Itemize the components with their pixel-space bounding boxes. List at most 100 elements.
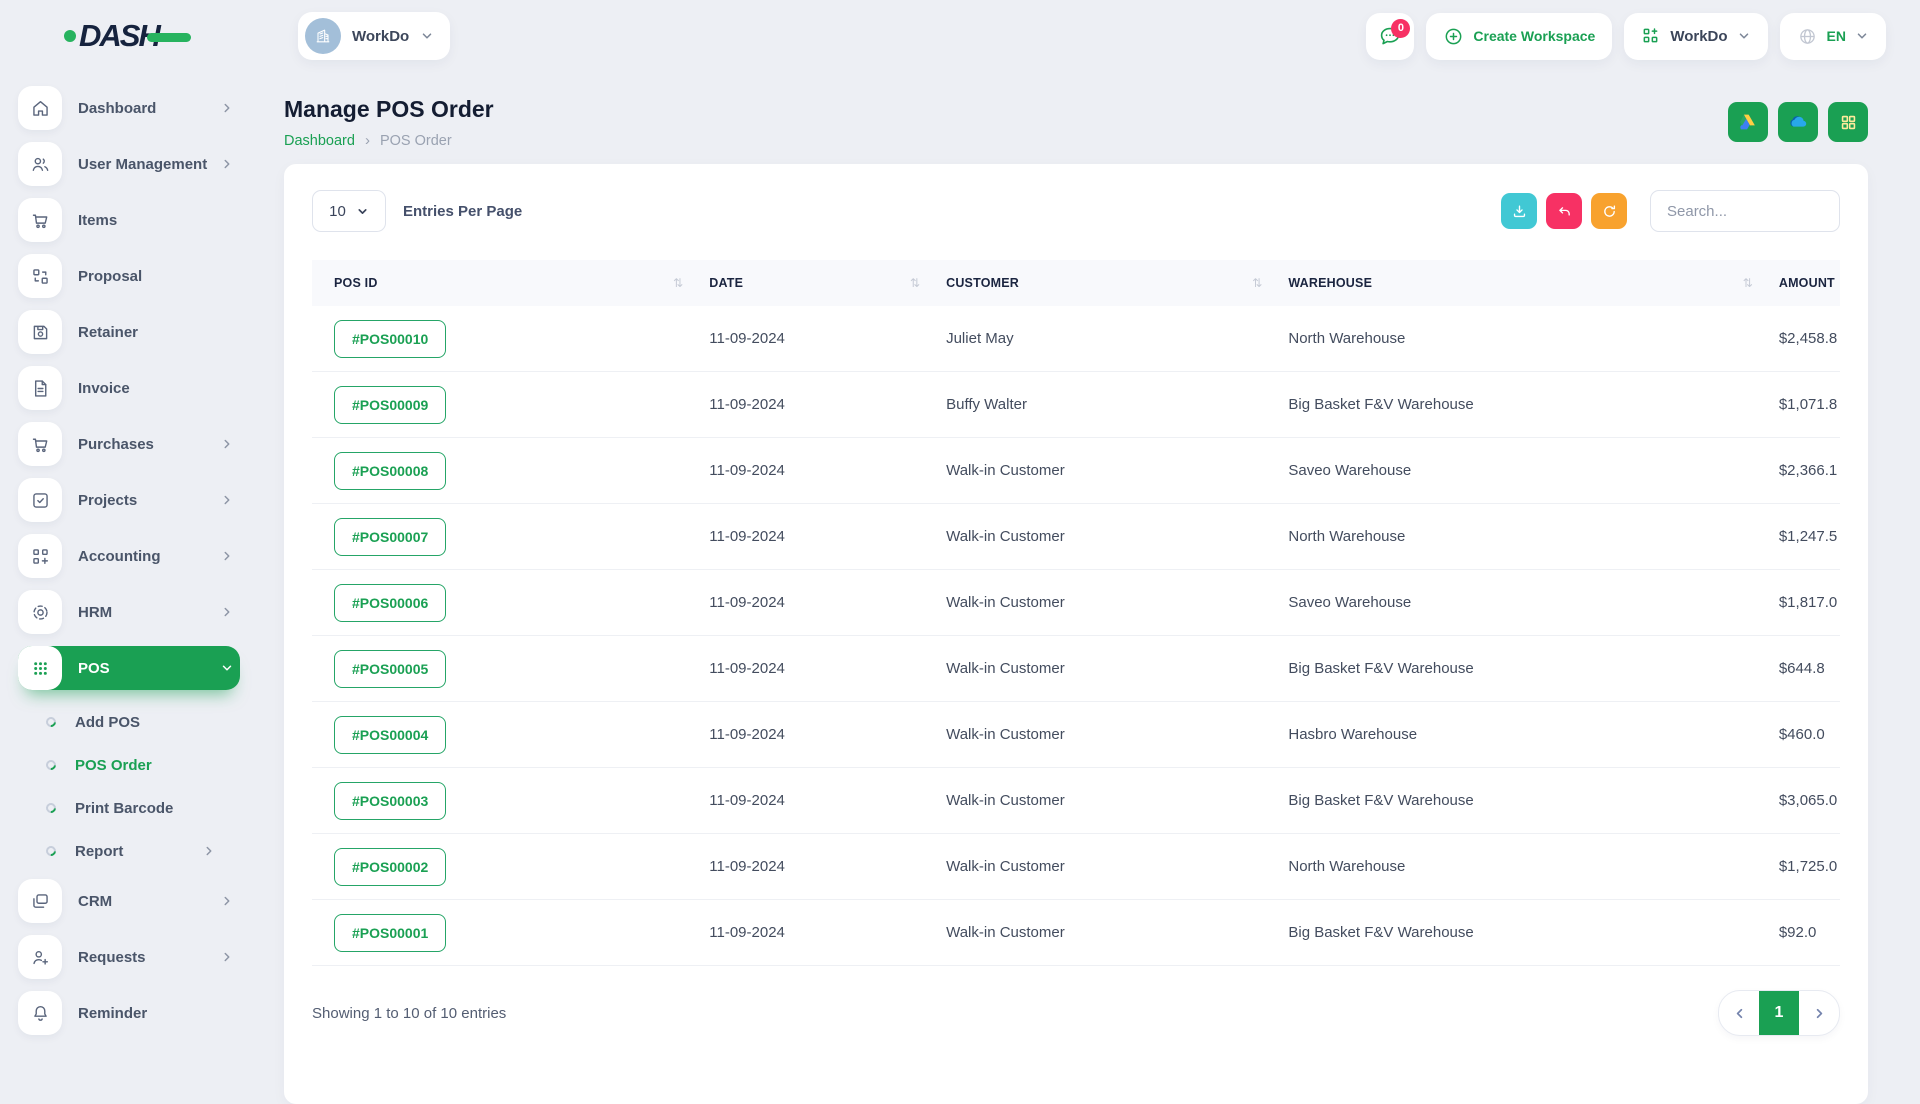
sidebar-item-requests[interactable]: Requests bbox=[18, 935, 240, 979]
warehouse-cell: Big Basket F&V Warehouse bbox=[1288, 924, 1778, 941]
pos-id-badge[interactable]: #POS00008 bbox=[334, 452, 446, 490]
document-icon bbox=[18, 366, 62, 410]
brand-logo[interactable]: DASH bbox=[64, 18, 214, 54]
amount-cell: $1,247.5 bbox=[1779, 528, 1840, 545]
pos-id-badge[interactable]: #POS00001 bbox=[334, 914, 446, 952]
next-page-button[interactable] bbox=[1799, 991, 1839, 1035]
amount-cell: $1,817.0 bbox=[1779, 594, 1840, 611]
sort-icon[interactable]: ⇅ bbox=[1743, 276, 1753, 290]
pos-id-badge[interactable]: #POS00010 bbox=[334, 320, 446, 358]
sidebar-item-invoice[interactable]: Invoice bbox=[18, 366, 240, 410]
cart-icon bbox=[18, 422, 62, 466]
globe-icon bbox=[1797, 26, 1818, 47]
sidebar-item-pos[interactable]: POS bbox=[18, 646, 240, 690]
create-workspace-button[interactable]: Create Workspace bbox=[1426, 13, 1612, 60]
sidebar-item-dashboard[interactable]: Dashboard bbox=[18, 86, 240, 130]
chevron-down-icon bbox=[1855, 29, 1869, 43]
sidebar-subitem-pos-order[interactable]: POS Order bbox=[46, 745, 256, 785]
warehouse-cell: Big Basket F&V Warehouse bbox=[1288, 792, 1778, 809]
sidebar-subitem-label: POS Order bbox=[75, 757, 256, 774]
bell-icon bbox=[18, 991, 62, 1035]
date-cell: 11-09-2024 bbox=[709, 462, 946, 479]
messages-count-badge: 0 bbox=[1391, 19, 1410, 38]
current-page-button[interactable]: 1 bbox=[1759, 991, 1799, 1035]
entries-per-page-value: 10 bbox=[329, 203, 346, 220]
google-drive-button[interactable] bbox=[1728, 102, 1768, 142]
refresh-icon bbox=[1601, 203, 1618, 220]
date-cell: 11-09-2024 bbox=[709, 528, 946, 545]
undo-button[interactable] bbox=[1546, 193, 1582, 229]
sidebar-item-projects[interactable]: Projects bbox=[18, 478, 240, 522]
dots-grid-icon bbox=[18, 646, 62, 690]
amount-cell: $1,071.8 bbox=[1779, 396, 1840, 413]
table-row: #POS00008 11-09-2024 Walk-in Customer Sa… bbox=[312, 438, 1840, 504]
main-content: Manage POS Order Dashboard › POS Order bbox=[256, 72, 1920, 1080]
table-row: #POS00007 11-09-2024 Walk-in Customer No… bbox=[312, 504, 1840, 570]
sidebar-item-reminder[interactable]: Reminder bbox=[18, 991, 240, 1035]
sidebar-subitem-label: Print Barcode bbox=[75, 800, 256, 817]
breadcrumb-separator-icon: › bbox=[365, 132, 370, 149]
warehouse-cell: Saveo Warehouse bbox=[1288, 594, 1778, 611]
pos-id-badge[interactable]: #POS00004 bbox=[334, 716, 446, 754]
pos-id-badge[interactable]: #POS00005 bbox=[334, 650, 446, 688]
date-cell: 11-09-2024 bbox=[709, 660, 946, 677]
sidebar-item-label: Reminder bbox=[78, 1005, 240, 1022]
messages-button[interactable]: 0 bbox=[1366, 13, 1414, 60]
sidebar-subitem-add-pos[interactable]: Add POS bbox=[46, 702, 256, 742]
workspace-switcher-button[interactable]: WorkDo bbox=[1624, 13, 1767, 60]
workspace-selector[interactable]: WorkDo bbox=[298, 12, 450, 60]
sidebar-item-accounting[interactable]: Accounting bbox=[18, 534, 240, 578]
header-action-buttons bbox=[1728, 102, 1868, 142]
sort-icon[interactable]: ⇅ bbox=[1252, 276, 1262, 290]
warehouse-cell: Big Basket F&V Warehouse bbox=[1288, 396, 1778, 413]
customer-cell: Walk-in Customer bbox=[946, 528, 1288, 545]
entries-per-page-label: Entries Per Page bbox=[403, 203, 522, 220]
previous-page-button[interactable] bbox=[1719, 991, 1759, 1035]
sidebar-item-crm[interactable]: CRM bbox=[18, 879, 240, 923]
sidebar-subitem-report[interactable]: Report bbox=[46, 831, 256, 871]
search-input[interactable] bbox=[1650, 190, 1840, 232]
sort-icon[interactable]: ⇅ bbox=[910, 276, 920, 290]
pos-id-badge[interactable]: #POS00009 bbox=[334, 386, 446, 424]
sidebar-subitem-label: Add POS bbox=[75, 714, 256, 731]
sidebar-item-purchases[interactable]: Purchases bbox=[18, 422, 240, 466]
column-header-customer: CUSTOMER bbox=[946, 276, 1019, 290]
showing-entries-text: Showing 1 to 10 of 10 entries bbox=[312, 1005, 506, 1022]
sidebar-item-user-management[interactable]: User Management bbox=[18, 142, 240, 186]
sidebar-item-label: Purchases bbox=[78, 436, 220, 453]
bullet-ring-icon bbox=[44, 801, 58, 815]
plus-circle-icon bbox=[1443, 26, 1464, 47]
sidebar-item-retainer[interactable]: Retainer bbox=[18, 310, 240, 354]
overlap-squares-icon bbox=[18, 879, 62, 923]
table-row: #POS00006 11-09-2024 Walk-in Customer Sa… bbox=[312, 570, 1840, 636]
export-download-button[interactable] bbox=[1501, 193, 1537, 229]
sort-icon[interactable]: ⇅ bbox=[673, 276, 683, 290]
column-header-date: DATE bbox=[709, 276, 743, 290]
sidebar-item-hrm[interactable]: HRM bbox=[18, 590, 240, 634]
entries-per-page-select[interactable]: 10 bbox=[312, 190, 386, 232]
amount-cell: $3,065.0 bbox=[1779, 792, 1840, 809]
date-cell: 11-09-2024 bbox=[709, 726, 946, 743]
sidebar-subitem-print-barcode[interactable]: Print Barcode bbox=[46, 788, 256, 828]
sidebar-item-proposal[interactable]: Proposal bbox=[18, 254, 240, 298]
sidebar-subitem-label: Report bbox=[75, 843, 202, 860]
pos-id-badge[interactable]: #POS00007 bbox=[334, 518, 446, 556]
customer-cell: Buffy Walter bbox=[946, 396, 1288, 413]
sidebar-item-label: Retainer bbox=[78, 324, 240, 341]
checkbox-icon bbox=[18, 478, 62, 522]
grid-view-button[interactable] bbox=[1828, 102, 1868, 142]
pos-id-badge[interactable]: #POS00003 bbox=[334, 782, 446, 820]
refresh-button[interactable] bbox=[1591, 193, 1627, 229]
pos-id-badge[interactable]: #POS00006 bbox=[334, 584, 446, 622]
breadcrumb-dashboard-link[interactable]: Dashboard bbox=[284, 133, 355, 149]
onedrive-button[interactable] bbox=[1778, 102, 1818, 142]
pos-id-badge[interactable]: #POS00002 bbox=[334, 848, 446, 886]
amount-cell: $644.8 bbox=[1779, 660, 1840, 677]
customer-cell: Juliet May bbox=[946, 330, 1288, 347]
chevron-down-icon bbox=[420, 29, 434, 43]
chevron-left-icon bbox=[1732, 1006, 1747, 1021]
date-cell: 11-09-2024 bbox=[709, 924, 946, 941]
download-icon bbox=[1511, 203, 1528, 220]
sidebar-item-items[interactable]: Items bbox=[18, 198, 240, 242]
language-button[interactable]: EN bbox=[1780, 13, 1886, 60]
